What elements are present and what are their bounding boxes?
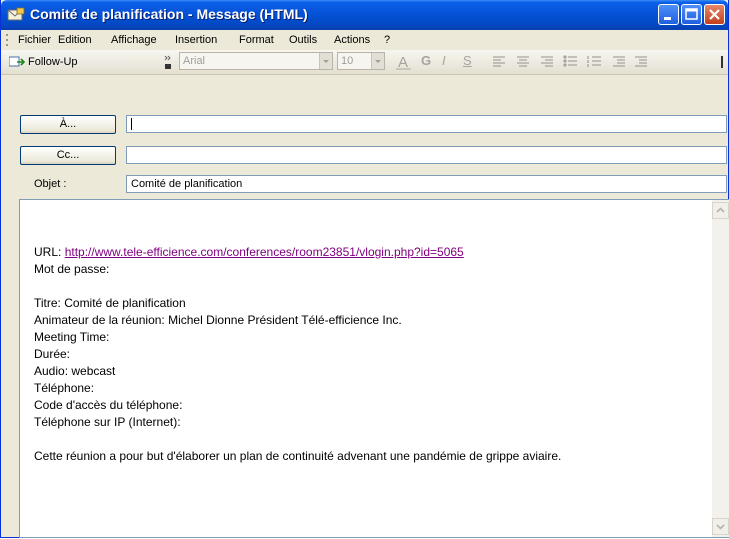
chevron-up-icon — [716, 207, 725, 213]
font-size-combo[interactable]: 10 — [337, 52, 385, 70]
chevron-down-icon — [716, 524, 725, 530]
font-name-value: Arial — [183, 55, 206, 67]
scroll-down-button[interactable] — [712, 518, 729, 535]
grip-icon — [6, 34, 8, 46]
message-window: Comité de planification - Message (HTML)… — [0, 0, 729, 538]
underline-button[interactable]: S — [463, 53, 472, 70]
message-body[interactable]: URL: http://www.tele-efficience.com/conf… — [19, 199, 729, 538]
menu-affichage[interactable]: Affichage — [111, 34, 157, 46]
subject-value: Comité de planification — [131, 178, 243, 190]
maximize-button[interactable] — [681, 4, 702, 25]
to-button[interactable]: À... — [20, 115, 116, 134]
cc-label: Cc... — [56, 149, 80, 161]
formatting-toolbar: Follow-Up Arial 10 A G I S — [1, 50, 728, 75]
bold-button[interactable]: G — [421, 53, 431, 70]
meeting-time-line: Meeting Time: — [34, 330, 110, 344]
menu-actions[interactable]: Actions — [334, 34, 370, 46]
toolbar-overflow-icon[interactable] — [720, 54, 726, 72]
minimize-icon — [664, 17, 671, 20]
toolbar-chevron-icon[interactable] — [163, 53, 173, 71]
vertical-scrollbar[interactable] — [712, 200, 729, 537]
envelope-icon — [7, 7, 25, 21]
italic-button[interactable]: I — [442, 53, 446, 70]
duration-line: Durée: — [34, 347, 71, 361]
phone-code-line: Code d'accès du téléphone: — [34, 398, 183, 412]
font-size-value: 10 — [341, 55, 354, 67]
message-text: URL: http://www.tele-efficience.com/conf… — [34, 244, 561, 465]
font-color-icon[interactable]: A — [394, 53, 414, 71]
minimize-button[interactable] — [658, 4, 679, 25]
conference-link[interactable]: http://www.tele-efficience.com/conferenc… — [65, 245, 464, 259]
flag-icon — [9, 56, 25, 67]
menu-edition[interactable]: Edition — [58, 34, 92, 46]
follow-up-button[interactable]: Follow-Up — [9, 53, 78, 71]
cc-button[interactable]: Cc... — [20, 146, 116, 165]
subject-field[interactable]: Comité de planification — [126, 175, 727, 193]
host-line: Animateur de la réunion: Michel Dionne P… — [34, 313, 402, 327]
menu-bar: Fichier Edition Affichage Insertion Form… — [1, 30, 728, 50]
title-bar[interactable]: Comité de planification - Message (HTML) — [1, 0, 728, 30]
menu-insertion[interactable]: Insertion — [175, 34, 217, 46]
title-line: Titre: Comité de planification — [34, 296, 186, 310]
phone-line: Téléphone: — [34, 381, 95, 395]
window-title: Comité de planification - Message (HTML) — [30, 6, 308, 22]
to-field[interactable] — [126, 115, 727, 133]
paragraph-format-icons[interactable] — [489, 54, 689, 70]
menu-outils[interactable]: Outils — [289, 34, 317, 46]
font-name-combo[interactable]: Arial — [179, 52, 333, 70]
menu-fichier[interactable]: Fichier — [18, 34, 51, 46]
follow-up-label: Follow-Up — [28, 56, 78, 68]
menu-format[interactable]: Format — [239, 34, 274, 46]
phone-ip-line: Téléphone sur IP (Internet): — [34, 415, 181, 429]
close-icon — [709, 9, 720, 20]
subject-label: Objet : — [34, 178, 67, 190]
menu-help[interactable]: ? — [384, 34, 390, 46]
text-caret — [131, 118, 132, 130]
purpose-line: Cette réunion a pour but d'élaborer un p… — [34, 449, 562, 463]
password-line: Mot de passe: — [34, 262, 110, 276]
audio-line: Audio: webcast — [34, 364, 116, 378]
chevron-down-icon[interactable] — [371, 53, 384, 69]
close-button[interactable] — [704, 4, 725, 25]
to-label: À... — [59, 118, 77, 130]
cc-field[interactable] — [126, 146, 727, 164]
scroll-up-button[interactable] — [712, 202, 729, 219]
maximize-icon — [685, 8, 698, 20]
url-label: URL: — [34, 245, 62, 259]
chevron-down-icon[interactable] — [319, 53, 332, 69]
